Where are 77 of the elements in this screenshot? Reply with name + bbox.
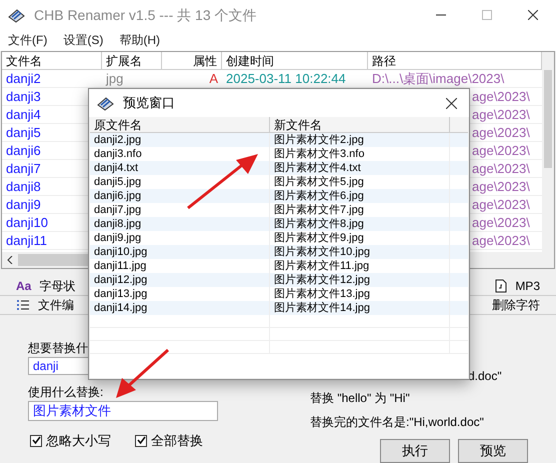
column-header[interactable]: 属性 xyxy=(162,52,222,69)
table-cell: 图片素材文件3.nfo xyxy=(274,148,364,160)
table-cell: danji9.jpg xyxy=(94,232,142,244)
table-cell-text: age\2023\ xyxy=(472,196,531,214)
menu-item[interactable]: 设置(S) xyxy=(63,31,104,50)
column-header[interactable]: 新文件名 xyxy=(270,117,450,132)
table-cell: 图片素材文件13.jpg xyxy=(274,288,370,300)
example-text: 替换 "hello" 为 "Hi" xyxy=(310,390,410,407)
action-button[interactable]: 执行 xyxy=(380,439,450,463)
table-cell-text: danji4 xyxy=(6,106,42,124)
list-icon xyxy=(16,299,30,311)
checkbox-label: 全部替换 xyxy=(151,432,203,450)
table-cell: danji4.txt xyxy=(94,162,138,174)
table-cell-text: age\2023\ xyxy=(472,178,531,196)
menu-item[interactable]: 文件(F) xyxy=(8,31,48,50)
table-cell-text: age\2023\ xyxy=(472,160,531,178)
table-cell-text: danji2 xyxy=(6,70,42,88)
table-cell: 图片素材文件5.jpg xyxy=(274,176,364,188)
table-cell-text: age\2023\ xyxy=(472,124,531,142)
letter-case-icon: Aa xyxy=(16,277,32,295)
table-cell: danji8.jpg xyxy=(94,218,142,230)
action-button[interactable]: 预览 xyxy=(458,439,528,463)
table-cell-text: age\2023\ xyxy=(472,142,531,160)
vertical-scrollbar[interactable] xyxy=(542,52,554,268)
table-cell: danji3.nfo xyxy=(94,148,142,160)
app-logo-icon xyxy=(97,95,115,111)
checkbox-label: 忽略大小写 xyxy=(46,432,111,450)
table-cell-text: D:\...\桌面\image\2023\ xyxy=(372,70,506,88)
scrollbar-thumb[interactable] xyxy=(544,70,552,168)
table-cell-text: age\2023\ xyxy=(472,214,531,232)
table-cell: danji14.jpg xyxy=(94,302,148,314)
table-cell-text: 2025-03-11 10:22:44 xyxy=(226,70,347,88)
app-logo-icon xyxy=(8,7,26,23)
column-header[interactable]: 创建时间 xyxy=(222,52,368,69)
annotation-arrow xyxy=(187,154,258,210)
column-header[interactable]: 文件名 xyxy=(2,52,102,69)
column-header[interactable]: 扩展名 xyxy=(102,52,162,69)
field-label: 想要替换什 xyxy=(28,340,89,357)
table-cell-text: age\2023\ xyxy=(472,88,531,106)
table-cell: 图片素材文件9.jpg xyxy=(274,232,364,244)
table-cell-text: danji3 xyxy=(6,88,42,106)
close-icon xyxy=(446,98,456,108)
table-cell: danji5.jpg xyxy=(94,176,142,188)
scroll-left-icon xyxy=(7,256,13,264)
table-cell: 图片素材文件8.jpg xyxy=(274,218,364,230)
document-icon xyxy=(495,279,508,293)
table-cell: 图片素材文件10.jpg xyxy=(274,246,370,258)
table-cell-text: jpg xyxy=(106,70,124,88)
table-cell: 图片素材文件6.jpg xyxy=(274,190,364,202)
table-cell-text: A xyxy=(208,70,218,88)
annotation-arrow xyxy=(116,348,169,398)
table-cell: 图片素材文件12.jpg xyxy=(274,274,370,286)
table-cell: 图片素材文件4.txt xyxy=(274,162,361,174)
table-cell: danji2.jpg xyxy=(94,134,142,146)
maximize-icon xyxy=(482,10,492,20)
menu-item[interactable]: 帮助(H) xyxy=(119,31,160,50)
table-cell: danji11.jpg xyxy=(94,260,146,272)
checkbox[interactable] xyxy=(135,434,147,447)
dialog-title: 预览窗口 xyxy=(123,94,175,112)
table-cell: 图片素材文件14.jpg xyxy=(274,302,370,314)
table-cell: danji6.jpg xyxy=(94,190,142,202)
table-cell: danji12.jpg xyxy=(94,274,148,286)
table-cell: 图片素材文件7.jpg xyxy=(274,204,364,216)
column-header[interactable]: 原文件名 xyxy=(90,117,270,132)
table-cell-text: age\2023\ xyxy=(472,106,531,124)
close-icon xyxy=(528,10,538,20)
table-cell: 图片素材文件2.jpg xyxy=(274,134,364,146)
table-cell: danji7.jpg xyxy=(94,204,142,216)
checkbox[interactable] xyxy=(30,434,42,447)
window-title: CHB Renamer v1.5 --- 共 13 个文件 xyxy=(34,6,256,24)
field-label: 使用什么替换: xyxy=(28,384,104,401)
table-cell-text: age\2023\ xyxy=(472,232,531,250)
table-cell: danji13.jpg xyxy=(94,288,148,300)
replace-field[interactable]: 图片素材文件 xyxy=(28,401,218,421)
table-cell: 图片素材文件11.jpg xyxy=(274,260,370,272)
table-cell: danji10.jpg xyxy=(94,246,148,258)
example-text: 替换完的文件名是:"Hi,world.doc" xyxy=(310,414,484,431)
